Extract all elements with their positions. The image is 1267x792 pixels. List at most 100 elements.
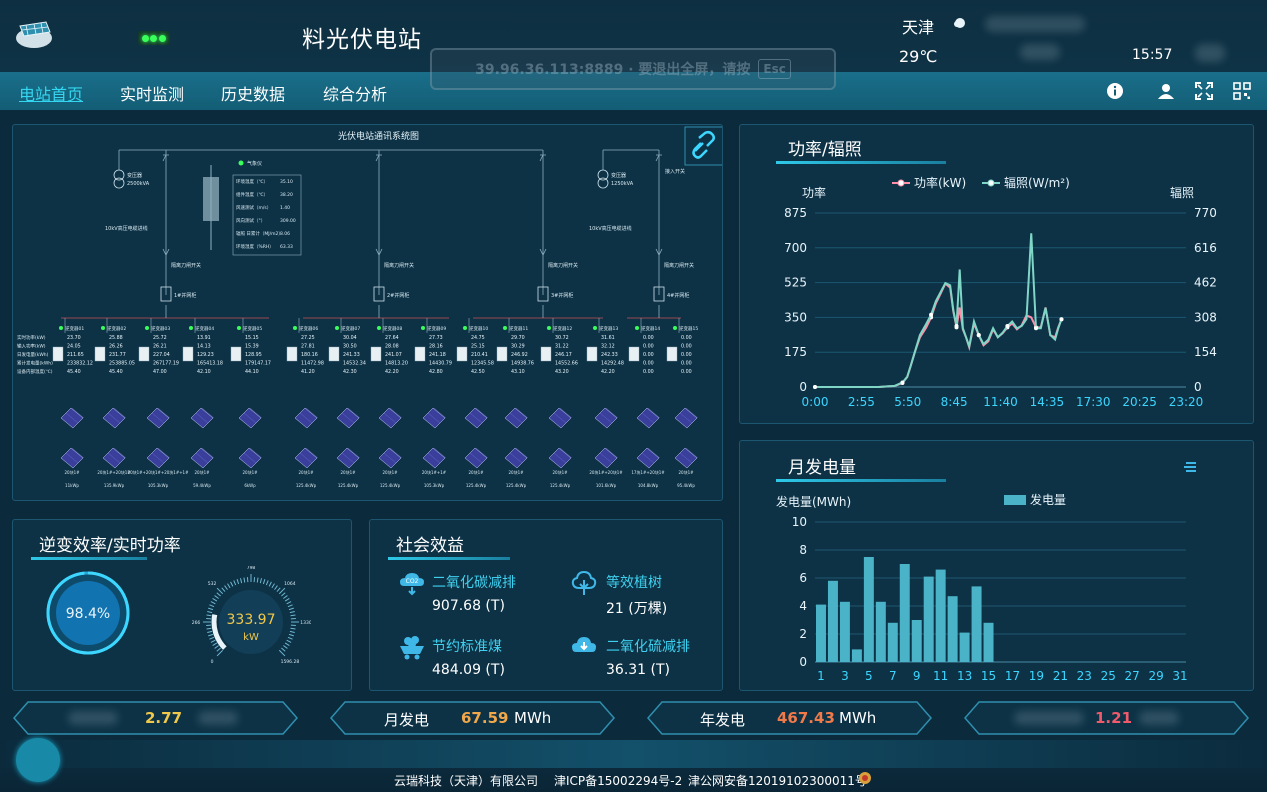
inverter-status-dot — [293, 326, 297, 330]
nav-item-history[interactable]: 历史数据 — [221, 81, 285, 105]
inverter-name: 逆变器04 — [195, 325, 214, 332]
grid-cabinet-label: 1#并网柜 — [174, 292, 196, 299]
gauge-tick — [286, 639, 292, 643]
gauge-tick — [214, 595, 219, 599]
inverter-value: 14532.34 — [343, 361, 366, 367]
gauge-tick — [288, 607, 294, 611]
gauge-tick — [287, 636, 293, 640]
inverter-value: 180.16 — [301, 352, 318, 358]
legend-marker — [987, 179, 995, 187]
access-switch-label: 接入开关 — [665, 168, 685, 175]
stat-card-monthly: 月发电 67.59 MWh — [330, 701, 615, 735]
inverter-name: 逆变器05 — [243, 325, 262, 332]
solar-panel-icon — [102, 447, 127, 469]
solar-logo-icon — [16, 21, 52, 48]
weather-row-value: 309.00 — [280, 218, 296, 224]
solar-panel-icon — [464, 407, 489, 429]
gauge-tick — [224, 585, 228, 590]
inverter-status-dot — [547, 326, 551, 330]
x-tick-label: 31 — [1172, 669, 1187, 683]
bar — [983, 622, 994, 662]
footer-police[interactable]: 津公网安备12019102300011号 — [688, 772, 867, 789]
array-capacity: 125.4kWp — [550, 483, 571, 488]
page-title: 料光伏电站 — [302, 27, 422, 53]
transformer-2-label: 变压器 — [611, 172, 626, 179]
inverter-value: 24.05 — [67, 344, 81, 350]
gauge-tick-label: 1330 — [300, 620, 311, 626]
transformer-2-note: 10kV高压电缆进线 — [589, 225, 632, 232]
nav-item-realtime[interactable]: 实时监测 — [120, 81, 184, 105]
nav-item-home[interactable]: 电站首页 — [19, 81, 83, 105]
inverter-box-icon — [628, 346, 640, 362]
inverter-value: 31.22 — [555, 344, 569, 350]
x-tick-label: 21 — [1053, 669, 1068, 683]
transformer-1-capacity: 2500kVA — [127, 181, 150, 187]
nav-item-analysis[interactable]: 综合分析 — [323, 81, 387, 105]
inverter-row-label: 输入功率(kW) — [17, 343, 46, 350]
efficiency-ring: 98.4% — [46, 571, 130, 655]
inverter-box-icon — [496, 346, 508, 362]
info-icon[interactable] — [1106, 82, 1124, 100]
user-icon[interactable] — [1157, 82, 1175, 100]
gauge-tick — [278, 587, 286, 595]
inverter-value: 231.77 — [109, 352, 126, 358]
solar-panel-icon — [238, 407, 263, 429]
inverter-value: 227.04 — [153, 352, 170, 358]
link-icon[interactable] — [684, 126, 723, 166]
svg-text:CO2: CO2 — [406, 578, 419, 585]
array-label: 17块1#+20块1# — [631, 469, 665, 475]
solar-panel-icon — [190, 407, 215, 429]
solar-panel-icon — [422, 407, 447, 429]
weather-row-value: 35.10 — [280, 179, 293, 185]
gauge-tick-label: 798 — [247, 566, 256, 571]
transformer-1-label: 变压器 — [127, 172, 142, 179]
y-tick-label: 8 — [799, 543, 807, 557]
solar-panel-icon — [464, 447, 489, 469]
gauge-tick — [208, 633, 214, 637]
inverter-box-icon — [138, 346, 150, 362]
array-capacity: 101.6kWp — [596, 483, 617, 488]
transformer-2-capacity: 1250kVA — [611, 181, 634, 187]
inverter-status-dot — [189, 326, 193, 330]
inverter-value: 28.08 — [385, 344, 399, 350]
efficiency-panel: 逆变效率/实时功率 98.4% 333.97 kW 0 266 532 798 1064 13… — [12, 519, 352, 691]
gauge-tick — [243, 577, 246, 583]
inverter-value: 43.20 — [555, 369, 569, 375]
solar-panel-icon — [102, 407, 127, 429]
monthly-generation-chart: 发电量(MWh) 发电量02468101 3 5 7 9 11 13 15 17 19 21 23 25 2… — [776, 492, 1188, 683]
gauge-tick — [221, 587, 226, 592]
transformer-1: 变压器 2500kVA 10kV高压电缆进线 — [105, 169, 150, 232]
stat-total-value: 1.21 — [1095, 709, 1133, 727]
inverter-value: 41.20 — [301, 369, 315, 375]
inverter-value: 25.72 — [153, 335, 167, 341]
inverter-name: 逆变器15 — [679, 325, 698, 332]
gauge-tick — [284, 598, 290, 602]
qrcode-icon[interactable] — [1233, 82, 1251, 100]
gauge-tick — [212, 642, 218, 646]
fullscreen-icon[interactable] — [1195, 82, 1213, 100]
weather-row-label: 辐照 日累计（MJ/m2） — [236, 230, 283, 237]
footer-company: 云瑞科技（天津）有限公司 — [394, 774, 539, 788]
footer-icp[interactable]: 津ICP备15002294号-2 — [554, 772, 682, 789]
y2-axis-label: 辐照 — [1170, 185, 1194, 200]
stat-daily-value: 2.77 — [145, 709, 183, 727]
gauge-tick — [207, 630, 213, 633]
solar-panel-icon — [146, 447, 171, 469]
gauge-tick — [286, 601, 292, 605]
gauge-tick — [274, 585, 278, 590]
solar-panel-icon — [594, 447, 619, 469]
stat-yearly-unit: MWh — [839, 709, 877, 727]
inverter-status-dot — [503, 326, 507, 330]
inverter-value: 42.50 — [471, 369, 485, 375]
fullscreen-hint-text: 39.96.36.113:8889 · 要退出全屏，请按 — [475, 62, 751, 78]
solar-panel-icon — [636, 407, 661, 429]
tree-icon — [571, 570, 597, 595]
stat-card-total: 1.21 — [964, 701, 1249, 735]
floating-action-ball[interactable] — [16, 738, 60, 782]
bar — [911, 620, 922, 662]
series-point — [929, 312, 934, 317]
transformer-1-note: 10kV高压电缆进线 — [105, 225, 148, 232]
inverter-value: 246.17 — [555, 352, 572, 358]
x-tick-label: 23:20 — [1169, 395, 1204, 409]
stat-yearly-value: 467.43 — [777, 709, 835, 727]
